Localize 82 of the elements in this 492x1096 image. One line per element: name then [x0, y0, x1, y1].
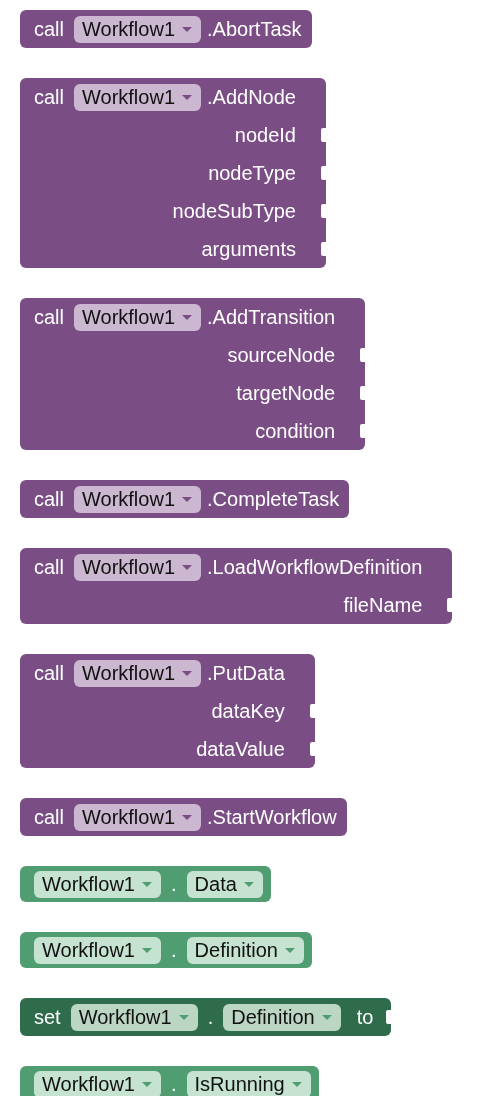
parameter-label: fileName [343, 593, 423, 617]
setter-block[interactable]: set Workflow1 . Definition to [20, 998, 392, 1036]
parameter-label: condition [255, 419, 336, 443]
call-block[interactable]: call Workflow1 .AbortTask [20, 10, 312, 48]
caret-icon [320, 1013, 333, 1021]
method-name: .PutData [207, 661, 285, 685]
parameter-label: dataKey [211, 699, 285, 723]
dot-separator: . [207, 1005, 214, 1029]
component-dropdown[interactable]: Workflow1 [74, 15, 201, 43]
caret-icon [181, 495, 193, 503]
input-socket[interactable] [447, 598, 453, 612]
call-block[interactable]: call Workflow1 .StartWorkflow [20, 798, 347, 836]
caret-icon [141, 946, 153, 954]
property-dropdown[interactable]: IsRunning [186, 1070, 311, 1096]
dot-separator: . [171, 1072, 177, 1096]
input-socket[interactable] [309, 742, 315, 756]
caret-icon [141, 1080, 153, 1088]
getter-block[interactable]: Workflow1 . Data [20, 866, 271, 902]
input-socket[interactable] [360, 424, 366, 438]
component-dropdown[interactable]: Workflow1 [74, 303, 201, 331]
call-keyword: call [34, 85, 64, 109]
method-name: .LoadWorkflowDefinition [207, 555, 423, 579]
dot-separator: . [171, 872, 177, 896]
parameter-label: dataValue [196, 737, 285, 761]
caret-icon [181, 813, 193, 821]
caret-icon [283, 946, 296, 954]
parameter-label: arguments [201, 237, 296, 261]
component-dropdown[interactable]: Workflow1 [34, 936, 161, 964]
method-name: .StartWorkflow [207, 805, 337, 829]
method-name: .CompleteTask [207, 487, 340, 511]
property-dropdown[interactable]: Definition [223, 1003, 341, 1031]
parameter-label: sourceNode [227, 343, 336, 367]
caret-icon [181, 313, 193, 321]
method-name: .AddNode [207, 85, 296, 109]
caret-icon [141, 880, 153, 888]
input-socket[interactable] [360, 386, 366, 400]
component-dropdown[interactable]: Workflow1 [74, 83, 201, 111]
caret-icon [290, 1080, 303, 1088]
call-keyword: call [34, 487, 64, 511]
caret-icon [177, 1013, 190, 1021]
caret-icon [181, 563, 193, 571]
getter-block[interactable]: Workflow1 . Definition [20, 932, 312, 968]
component-dropdown[interactable]: Workflow1 [34, 1070, 161, 1096]
parameter-label: targetNode [236, 381, 336, 405]
property-dropdown[interactable]: Definition [186, 936, 304, 964]
call-block[interactable]: call Workflow1 .PutData dataKey dataValue [20, 654, 315, 768]
parameter-label: nodeId [234, 123, 296, 147]
method-name: .AbortTask [207, 17, 302, 41]
parameter-label: nodeSubType [172, 199, 296, 223]
getter-block[interactable]: Workflow1 . IsRunning [20, 1066, 319, 1096]
input-socket[interactable] [321, 204, 326, 218]
call-keyword: call [34, 555, 64, 579]
caret-icon [181, 25, 193, 33]
component-dropdown[interactable]: Workflow1 [70, 1003, 198, 1031]
call-keyword: call [34, 305, 64, 329]
property-dropdown[interactable]: Data [186, 870, 263, 898]
input-socket[interactable] [360, 348, 366, 362]
component-dropdown[interactable]: Workflow1 [74, 485, 201, 513]
input-socket[interactable] [321, 242, 326, 256]
parameter-label: nodeType [208, 161, 296, 185]
to-keyword: to [356, 1005, 374, 1029]
call-block[interactable]: call Workflow1 .AddTransition sourceNode targetNode condition [20, 298, 366, 450]
component-dropdown[interactable]: Workflow1 [34, 870, 161, 898]
call-keyword: call [34, 805, 64, 829]
input-socket[interactable] [321, 166, 326, 180]
caret-icon [242, 880, 255, 888]
set-keyword: set [34, 1005, 61, 1029]
call-keyword: call [34, 17, 64, 41]
method-name: .AddTransition [207, 305, 336, 329]
caret-icon [181, 669, 193, 677]
component-dropdown[interactable]: Workflow1 [74, 803, 201, 831]
call-block[interactable]: call Workflow1 .LoadWorkflowDefinition fileName [20, 548, 453, 624]
input-socket[interactable] [386, 1010, 392, 1024]
input-socket[interactable] [321, 128, 326, 142]
call-keyword: call [34, 661, 64, 685]
call-block[interactable]: call Workflow1 .AddNode nodeId nodeType nodeSubType arguments [20, 78, 326, 268]
component-dropdown[interactable]: Workflow1 [74, 659, 201, 687]
dot-separator: . [171, 938, 177, 962]
input-socket[interactable] [309, 704, 315, 718]
caret-icon [181, 93, 193, 101]
component-dropdown[interactable]: Workflow1 [74, 553, 201, 581]
call-block[interactable]: call Workflow1 .CompleteTask [20, 480, 350, 518]
